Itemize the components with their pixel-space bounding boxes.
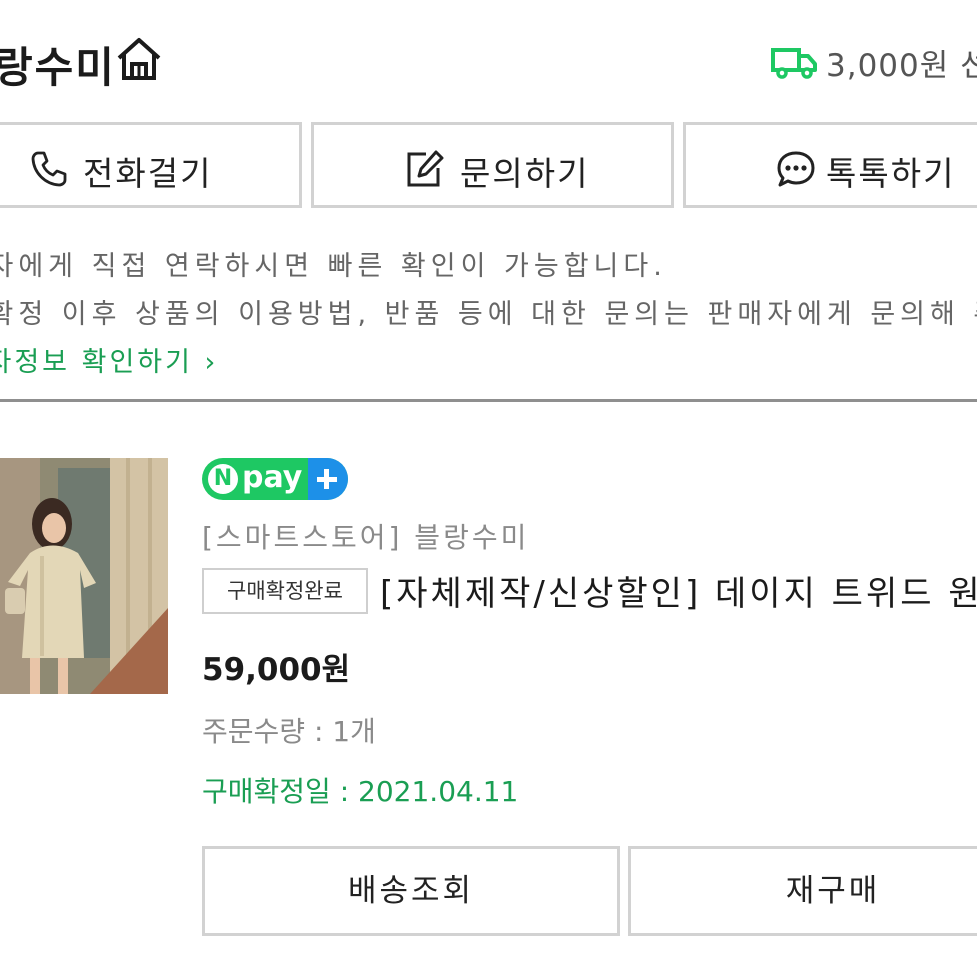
seller-info-link[interactable]: l자정보 확인하기 ›: [0, 340, 218, 379]
store-name[interactable]: 랑수미: [0, 34, 116, 95]
order-detail-page: 랑수미 3,000원 선 전화걸기 문의하기 톡톡하기 l자에게 직접 연락하시…: [0, 0, 977, 977]
product-store-label[interactable]: [스마트스토어] 블랑수미: [202, 516, 529, 556]
truck-icon: [771, 48, 817, 79]
purchase-confirm-date: 구매확정일 : 2021.04.11: [202, 775, 519, 808]
section-divider: [0, 399, 977, 402]
npay-logo-n: N: [208, 464, 238, 494]
call-button[interactable]: 전화걸기: [0, 122, 302, 208]
inquiry-button[interactable]: 문의하기: [311, 122, 674, 208]
product-price: 59,000원: [202, 652, 351, 688]
talk-button[interactable]: 톡톡하기: [683, 122, 977, 208]
plus-icon: [308, 458, 348, 500]
talk-button-label: 톡톡하기: [826, 154, 956, 193]
inquiry-button-label: 문의하기: [460, 154, 590, 193]
shipping-fee: 3,000원 선: [826, 48, 977, 84]
npay-logo-text: pay: [242, 460, 303, 495]
phone-icon: [31, 151, 67, 187]
status-badge: 구매확정완료: [202, 568, 368, 614]
order-quantity: 주문수량 : 1개: [202, 715, 376, 748]
store-header: 랑수미 3,000원 선: [0, 28, 977, 94]
notice-inquiry: l확정 이후 상품의 이용방법, 반품 등에 대한 문의는 판매자에게 문의해 …: [0, 299, 977, 330]
npay-plus-badge: N pay: [202, 458, 348, 500]
product-thumbnail[interactable]: [0, 458, 168, 694]
notice-contact: l자에게 직접 연락하시면 빠른 확인이 가능합니다.: [0, 251, 667, 282]
track-delivery-button[interactable]: 배송조회: [202, 846, 620, 936]
product-photo: [0, 458, 168, 694]
chat-bubble-icon: [777, 151, 815, 187]
product-title[interactable]: [자체제작/신상할인] 데이지 트위드 원: [380, 566, 977, 615]
home-icon[interactable]: [114, 34, 164, 84]
edit-icon: [407, 150, 444, 187]
rebuy-button[interactable]: 재구매: [628, 846, 977, 936]
call-button-label: 전화걸기: [83, 154, 213, 193]
